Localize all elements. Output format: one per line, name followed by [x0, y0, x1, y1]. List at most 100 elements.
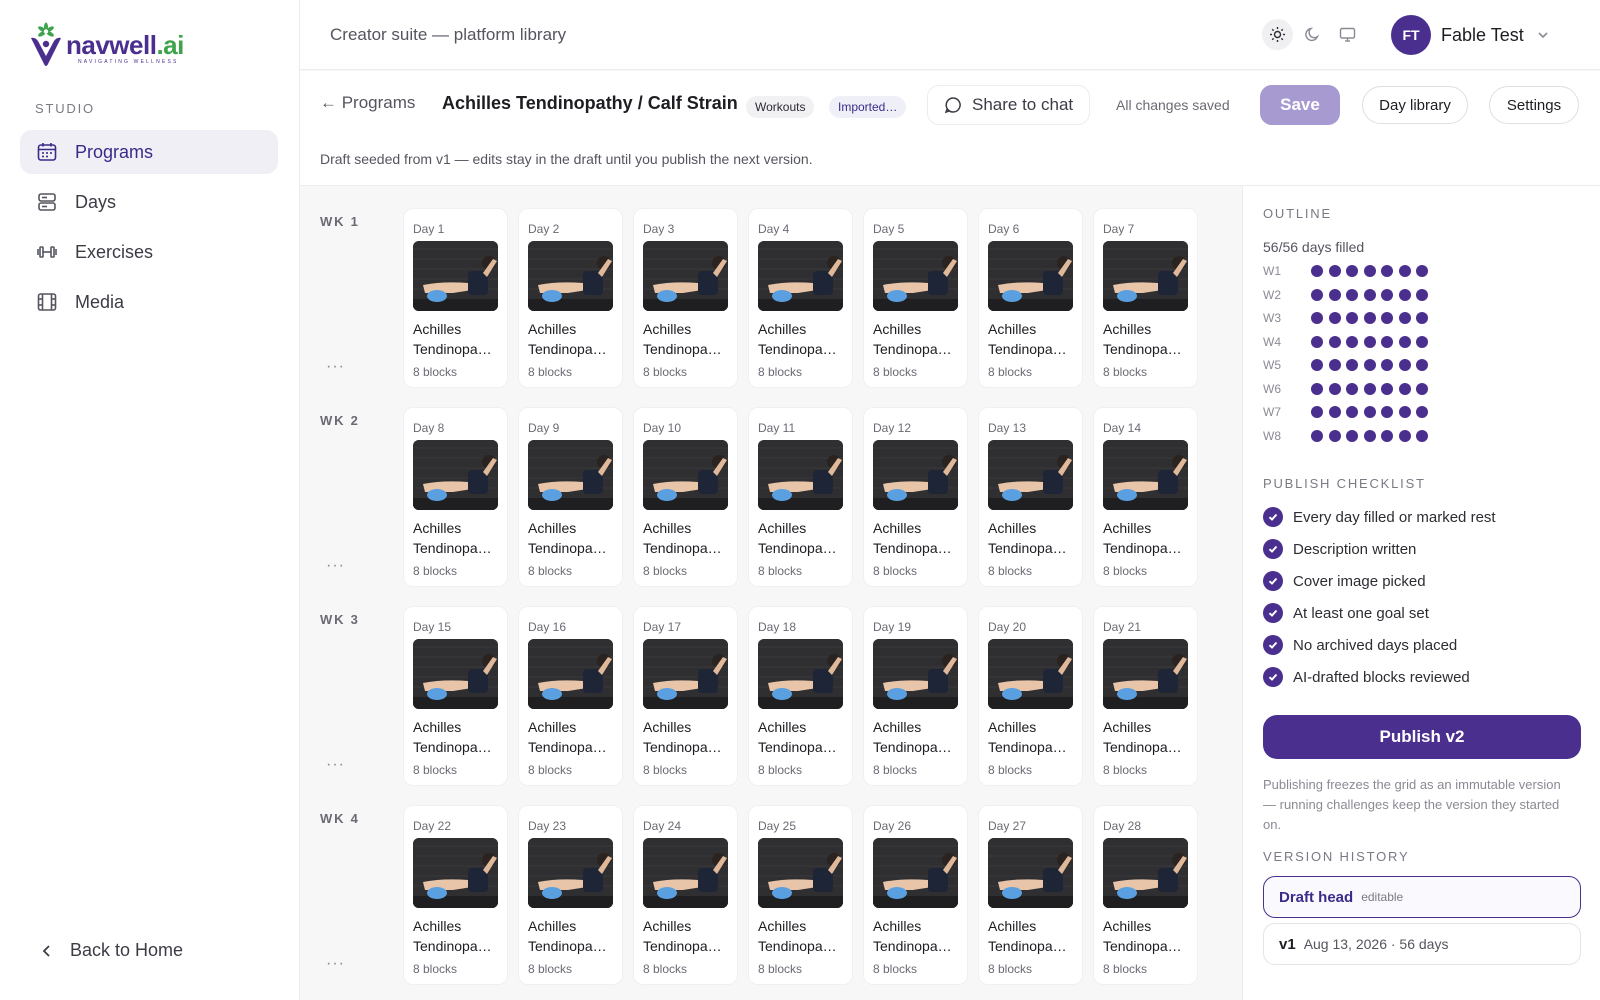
sidebar-item-exercises[interactable]: Exercises — [20, 230, 278, 274]
day-card-title-line: Achilles — [413, 918, 462, 934]
version-v1[interactable]: v1 Aug 13, 2026 · 56 days — [1263, 923, 1581, 965]
version-draft-head[interactable]: Draft head editable — [1263, 876, 1581, 918]
publish-button[interactable]: Publish v2 — [1263, 715, 1581, 759]
sidebar-item-days[interactable]: Days — [20, 180, 278, 224]
day-card[interactable]: Day 3 Achilles Tendinopa… 8 blocks — [633, 208, 738, 388]
day-card-title-line: Tendinopa… — [758, 540, 837, 556]
day-card-title: Achilles Tendinopa… — [528, 319, 618, 359]
outline-section-label: OUTLINE — [1263, 206, 1332, 221]
day-filled-dot — [1328, 335, 1341, 348]
day-card-number: Day 16 — [528, 620, 567, 634]
day-card[interactable]: Day 19 Achilles Tendinopa… 8 blocks — [863, 606, 968, 786]
theme-dark-button[interactable] — [1297, 19, 1328, 50]
day-card-number: Day 6 — [988, 222, 1020, 236]
day-card-thumbnail — [988, 241, 1073, 311]
back-to-programs-link[interactable]: ← Programs — [320, 93, 415, 113]
day-card[interactable]: Day 22 Achilles Tendinopa… 8 blocks — [403, 805, 508, 985]
theme-light-button[interactable] — [1262, 19, 1293, 50]
day-card[interactable]: Day 23 Achilles Tendinopa… 8 blocks — [518, 805, 623, 985]
day-card-title-line: Achilles — [643, 918, 692, 934]
day-filled-dot — [1398, 312, 1411, 324]
version-name: Draft head — [1279, 888, 1354, 906]
share-to-chat-button[interactable]: Share to chat — [927, 85, 1091, 125]
day-library-button[interactable]: Day library — [1362, 86, 1468, 124]
day-card[interactable]: Day 11 Achilles Tendinopa… 8 blocks — [748, 407, 853, 587]
day-card[interactable]: Day 27 Achilles Tendinopa… 8 blocks — [978, 805, 1083, 985]
day-filled-dot — [1311, 382, 1323, 395]
sidebar-item-label: Programs — [75, 141, 154, 162]
day-filled-dot — [1398, 288, 1411, 301]
day-filled-dot — [1346, 382, 1358, 395]
outline-week-row: W3 — [1263, 311, 1434, 325]
day-card[interactable]: Day 6 Achilles Tendinopa… 8 blocks — [978, 208, 1083, 388]
week-more-options-button[interactable]: ··· — [326, 955, 345, 973]
day-card-title-line: Tendinopa… — [643, 540, 722, 556]
day-filled-dot — [1381, 265, 1393, 277]
day-card[interactable]: Day 14 Achilles Tendinopa… 8 blocks — [1093, 407, 1198, 587]
day-filled-dot — [1311, 312, 1323, 324]
exercise-thumbnail-image — [1103, 639, 1188, 709]
day-card-title: Achilles Tendinopa… — [643, 518, 733, 558]
week-more-options-button[interactable]: ··· — [326, 557, 345, 575]
day-filled-dot — [1311, 406, 1323, 418]
day-filled-dot — [1398, 406, 1411, 418]
day-card-thumbnail — [413, 639, 498, 709]
theme-system-button[interactable] — [1332, 19, 1363, 50]
day-filled-dot — [1381, 382, 1393, 395]
day-card[interactable]: Day 28 Achilles Tendinopa… 8 blocks — [1093, 805, 1198, 985]
week-label: WK 2 — [320, 413, 360, 428]
day-card-block-count: 8 blocks — [988, 564, 1033, 578]
outline-week-label: W6 — [1263, 381, 1281, 396]
day-card-title: Achilles Tendinopa… — [873, 319, 963, 359]
day-card[interactable]: Day 9 Achilles Tendinopa… 8 blocks — [518, 407, 623, 587]
day-card[interactable]: Day 10 Achilles Tendinopa… 8 blocks — [633, 407, 738, 587]
program-day-grid: WK 1 ··· Day 1 Achilles Tendinopa… 8 blocks Da… — [300, 186, 1242, 1000]
settings-button[interactable]: Settings — [1489, 86, 1579, 124]
day-card[interactable]: Day 5 Achilles Tendinopa… 8 blocks — [863, 208, 968, 388]
sidebar-item-programs[interactable]: Programs — [20, 130, 278, 174]
back-to-home-link[interactable]: Back to Home — [40, 940, 183, 961]
day-card[interactable]: Day 18 Achilles Tendinopa… 8 blocks — [748, 606, 853, 786]
sidebar-item-media[interactable]: Media — [20, 280, 278, 324]
outline-week-row: W7 — [1263, 405, 1434, 419]
day-card-thumbnail — [873, 241, 958, 311]
save-button[interactable]: Save — [1260, 85, 1340, 125]
day-card-block-count: 8 blocks — [873, 763, 918, 777]
day-card[interactable]: Day 16 Achilles Tendinopa… 8 blocks — [518, 606, 623, 786]
day-card-thumbnail — [873, 639, 958, 709]
day-filled-dot — [1346, 265, 1358, 277]
day-card[interactable]: Day 4 Achilles Tendinopa… 8 blocks — [748, 208, 853, 388]
day-card[interactable]: Day 12 Achilles Tendinopa… 8 blocks — [863, 407, 968, 587]
day-card[interactable]: Day 1 Achilles Tendinopa… 8 blocks — [403, 208, 508, 388]
program-title: Achilles Tendinopathy / Calf Strain — [442, 93, 738, 113]
day-card[interactable]: Day 26 Achilles Tendinopa… 8 blocks — [863, 805, 968, 985]
navwell-logo[interactable]: navwell.ai NAVIGATING WELLNESS — [28, 22, 184, 68]
day-card[interactable]: Day 7 Achilles Tendinopa… 8 blocks — [1093, 208, 1198, 388]
day-filled-dot — [1416, 288, 1428, 301]
day-card[interactable]: Day 24 Achilles Tendinopa… 8 blocks — [633, 805, 738, 985]
day-card-title: Achilles Tendinopa… — [413, 319, 503, 359]
week-more-options-button[interactable]: ··· — [326, 756, 345, 774]
day-card[interactable]: Day 15 Achilles Tendinopa… 8 blocks — [403, 606, 508, 786]
day-card[interactable]: Day 25 Achilles Tendinopa… 8 blocks — [748, 805, 853, 985]
day-card[interactable]: Day 2 Achilles Tendinopa… 8 blocks — [518, 208, 623, 388]
day-card[interactable]: Day 8 Achilles Tendinopa… 8 blocks — [403, 407, 508, 587]
day-card[interactable]: Day 20 Achilles Tendinopa… 8 blocks — [978, 606, 1083, 786]
week-label: WK 4 — [320, 811, 360, 826]
day-card-thumbnail — [643, 639, 728, 709]
outline-week-row: W2 — [1263, 288, 1434, 302]
exercise-thumbnail-image — [873, 838, 958, 908]
day-card-thumbnail — [1103, 440, 1188, 510]
user-menu[interactable]: FT Fable Test — [1391, 15, 1550, 55]
day-card[interactable]: Day 17 Achilles Tendinopa… 8 blocks — [633, 606, 738, 786]
exercise-thumbnail-image — [758, 838, 843, 908]
day-card[interactable]: Day 21 Achilles Tendinopa… 8 blocks — [1093, 606, 1198, 786]
week-more-options-button[interactable]: ··· — [326, 358, 345, 376]
day-card-title-line: Tendinopa… — [873, 938, 952, 954]
day-filled-dot — [1416, 312, 1428, 324]
day-card[interactable]: Day 13 Achilles Tendinopa… 8 blocks — [978, 407, 1083, 587]
outline-week-label: W4 — [1263, 334, 1281, 349]
day-card-thumbnail — [758, 838, 843, 908]
day-card-number: Day 1 — [413, 222, 445, 236]
checklist-item: Cover image picked — [1263, 571, 1426, 591]
